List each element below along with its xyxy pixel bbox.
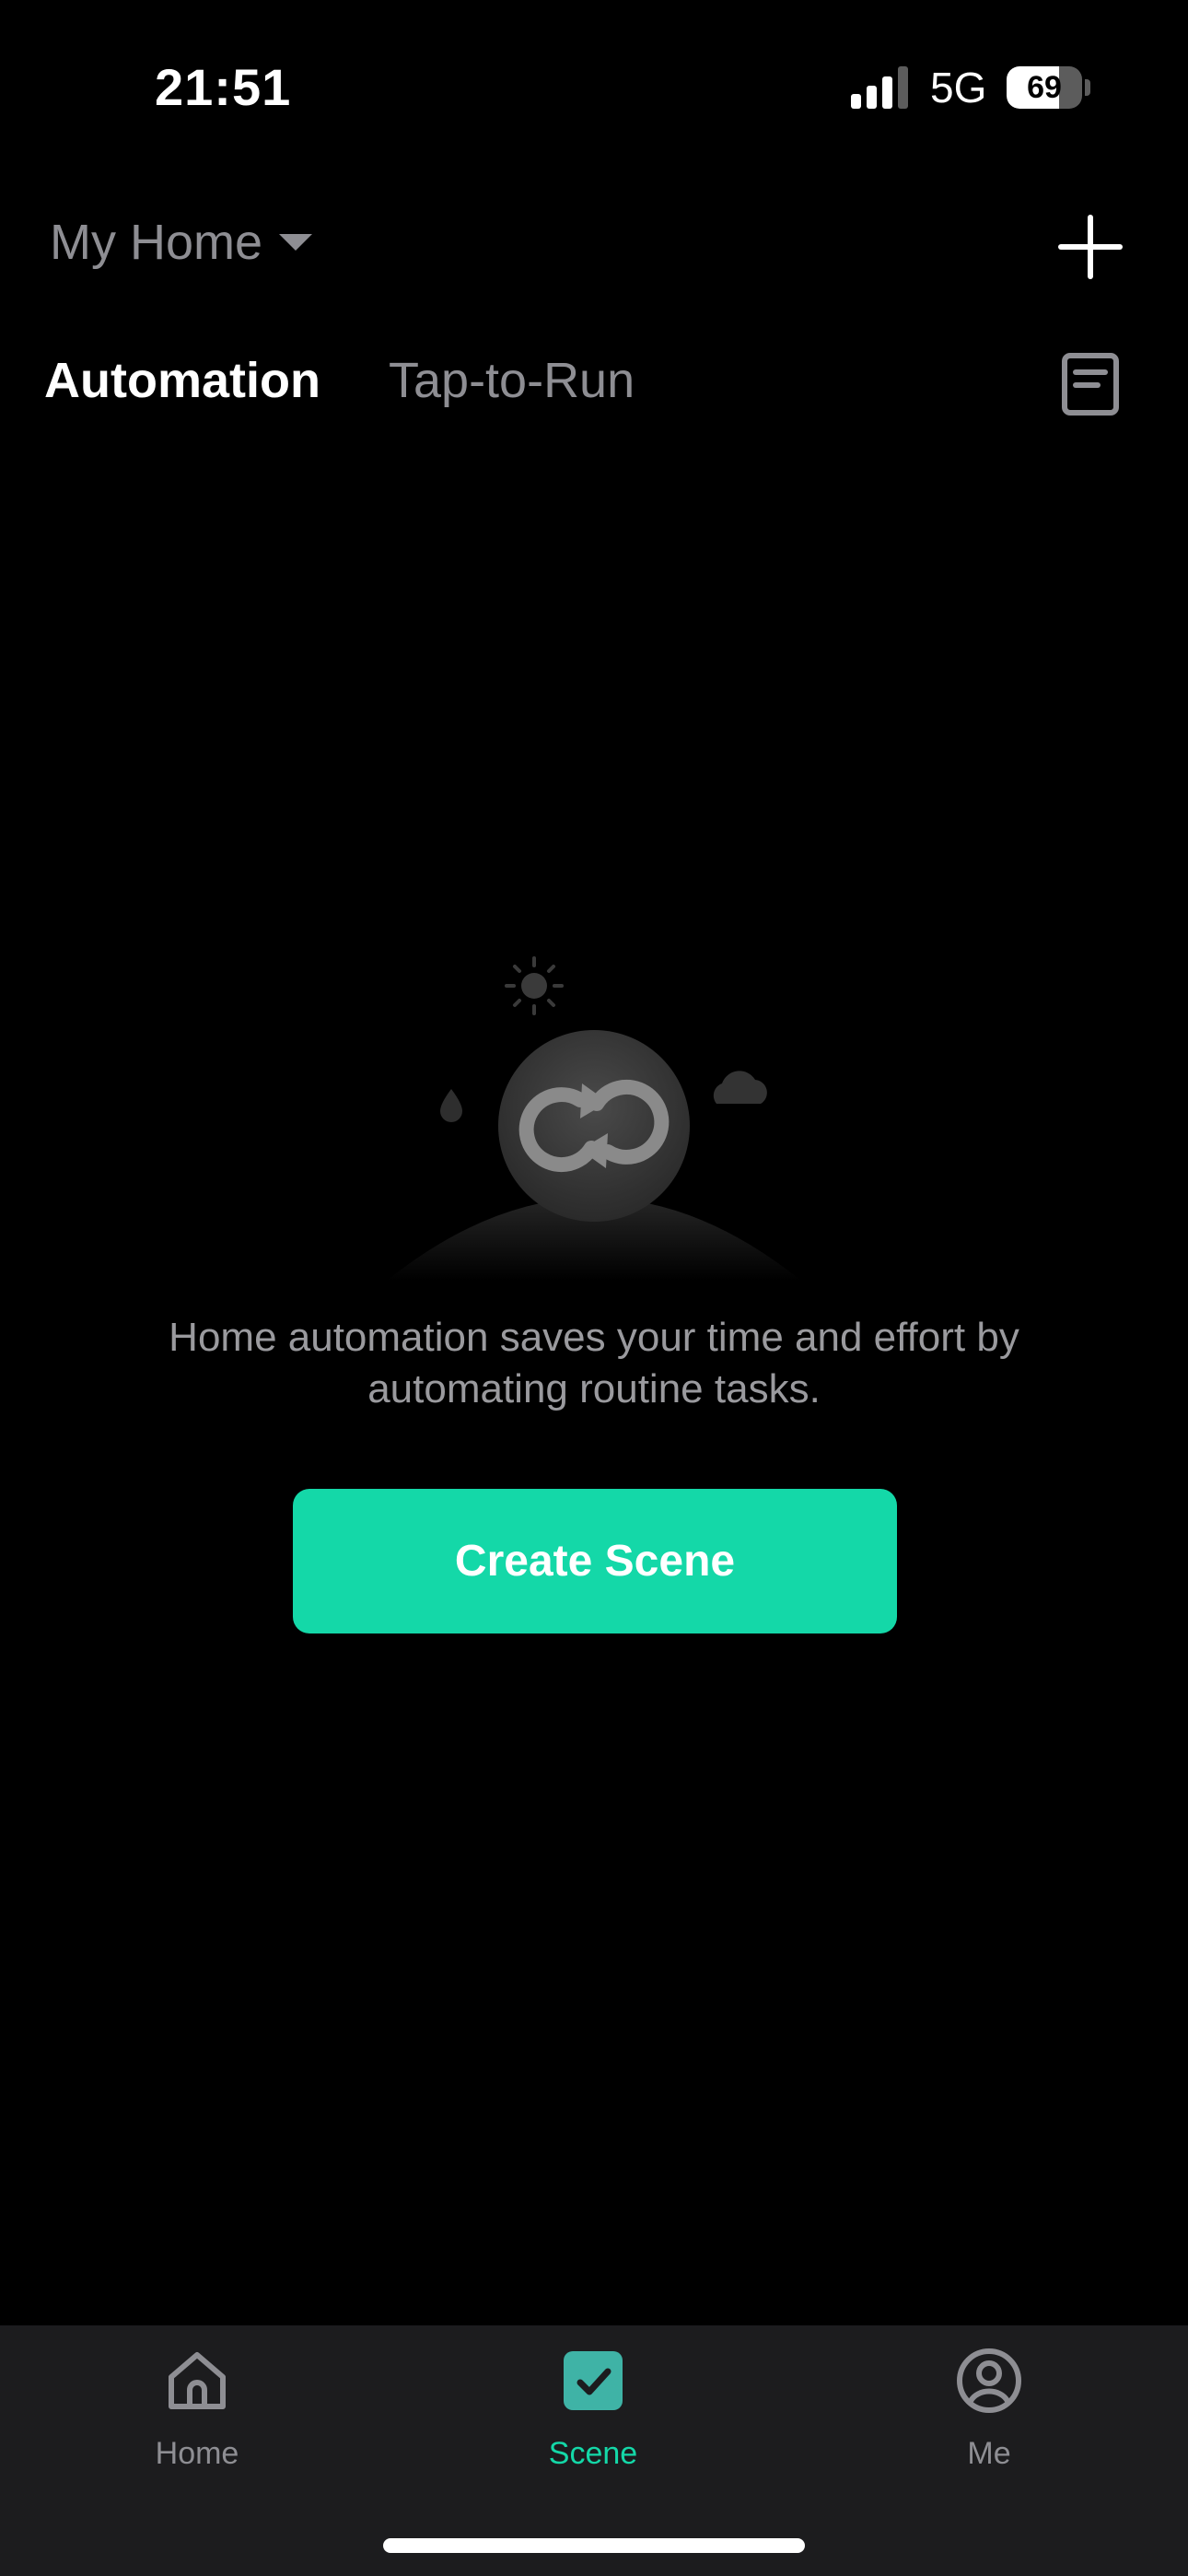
home-name: My Home bbox=[50, 215, 263, 270]
status-time: 21:51 bbox=[155, 58, 292, 116]
create-scene-button[interactable]: Create Scene bbox=[293, 1489, 897, 1633]
nav-item-home[interactable]: Home bbox=[59, 2325, 335, 2510]
scene-screen: 21:51 5G 69 My Home Automation Tap-to-Ru… bbox=[0, 0, 1188, 2576]
nav-label-scene: Scene bbox=[548, 2436, 638, 2471]
battery-icon: 69 bbox=[1007, 66, 1090, 109]
home-indicator bbox=[383, 2538, 805, 2553]
water-drop-icon bbox=[440, 1089, 462, 1122]
status-bar: 21:51 5G 69 bbox=[0, 0, 1188, 175]
automation-illustration bbox=[387, 956, 801, 1281]
empty-state-message: Home automation saves your time and effo… bbox=[169, 1315, 1019, 1411]
cellular-signal-icon bbox=[851, 66, 908, 109]
nav-item-me[interactable]: Me bbox=[851, 2325, 1127, 2510]
scene-check-icon bbox=[564, 2351, 623, 2410]
cloud-icon bbox=[713, 1071, 767, 1104]
battery-level: 69 bbox=[1027, 70, 1062, 105]
network-type: 5G bbox=[930, 64, 987, 111]
sun-icon bbox=[505, 956, 564, 1015]
nav-item-scene[interactable]: Scene bbox=[455, 2325, 731, 2510]
document-icon[interactable] bbox=[1061, 352, 1120, 416]
nav-label-me: Me bbox=[967, 2436, 1011, 2471]
home-selector[interactable]: My Home bbox=[50, 214, 313, 271]
tab-tap-to-run[interactable]: Tap-to-Run bbox=[389, 352, 635, 409]
caret-down-icon bbox=[279, 234, 313, 251]
profile-icon bbox=[957, 2348, 1021, 2413]
plus-icon[interactable] bbox=[1057, 214, 1124, 280]
nav-label-home: Home bbox=[155, 2436, 239, 2471]
home-icon bbox=[169, 2352, 226, 2409]
tab-automation[interactable]: Automation bbox=[44, 352, 320, 409]
